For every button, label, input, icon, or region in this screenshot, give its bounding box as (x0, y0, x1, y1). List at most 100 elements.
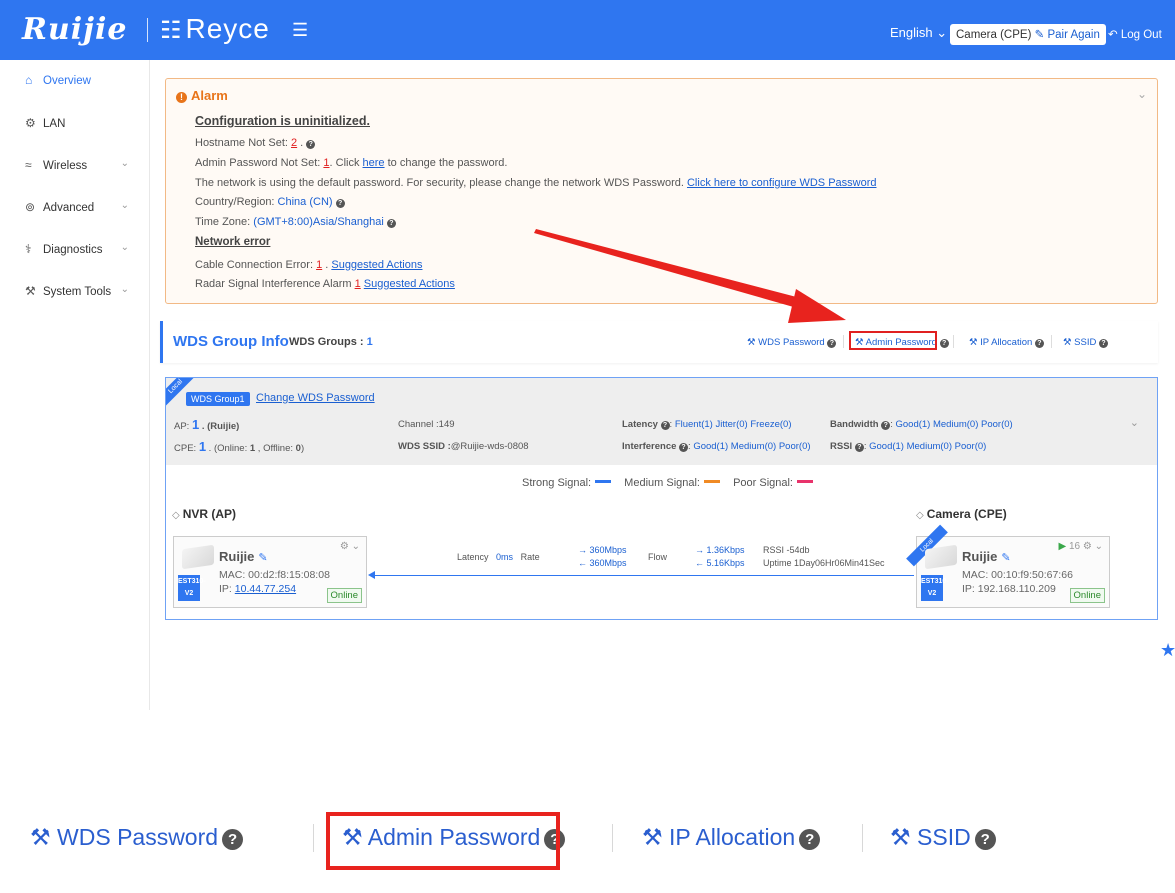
radar-suggested-actions-link[interactable]: Suggested Actions (364, 278, 455, 290)
camera-device-card[interactable]: Local EST310-V2 Ruijie ✎ MAC: 00:10:f9:50… (906, 524, 1110, 608)
edit-icon[interactable]: ✎ (1001, 552, 1010, 564)
change-wds-password-link[interactable]: Change WDS Password (256, 392, 375, 404)
device-ip: IP: 10.44.77.254 (219, 583, 297, 595)
ip-allocation-button[interactable]: ⚒ IP Allocation ? (969, 337, 1044, 348)
help-icon[interactable]: ? (939, 339, 949, 348)
tools-icon: ⚒ (890, 824, 911, 850)
cable-error-alarm: Cable Connection Error: 1 . Suggested Ac… (195, 259, 423, 271)
rssi-stats: RSSI ?: Good(1) Medium(0) Poor(0) (830, 441, 987, 452)
edit-icon[interactable]: ✎ (258, 552, 267, 564)
chevron-down-icon[interactable]: ⌄ (1137, 87, 1147, 101)
sidebar-item-diagnostics[interactable]: ⚕ Diagnostics ⌄ (25, 242, 143, 256)
zoom-ip-allocation-button[interactable]: ⚒ IP Allocation? (642, 824, 821, 851)
status-badge: Online (1069, 588, 1105, 603)
help-icon[interactable]: ? (335, 199, 345, 208)
timezone-value: (GMT+8:00)Asia/Shanghai (253, 216, 384, 228)
help-icon[interactable]: ? (827, 339, 837, 348)
help-icon[interactable]: ? (679, 443, 689, 452)
logout-button[interactable]: ↶ Log Out (1108, 27, 1162, 41)
home-icon: ⌂ (25, 73, 33, 87)
divider (313, 824, 314, 852)
chevron-down-icon: ⌄ (120, 200, 129, 211)
link-uptime: Uptime 1Day06Hr06Min41Sec (763, 558, 885, 568)
country-value: China (CN) (277, 196, 333, 208)
group-summary: Local WDS Group1 Change WDS Password AP:… (166, 378, 1157, 465)
help-float-icon[interactable]: ★ (1160, 640, 1175, 674)
help-icon[interactable]: ? (799, 829, 821, 850)
wds-group-tag: WDS Group1 (186, 392, 250, 406)
cable-count[interactable]: 1 (316, 259, 322, 271)
help-icon[interactable]: ? (222, 829, 244, 850)
cable-suggested-actions-link[interactable]: Suggested Actions (331, 259, 422, 271)
chevron-down-icon: ⌄ (120, 158, 129, 169)
radar-count[interactable]: 1 (355, 278, 361, 290)
sidebar-item-lan[interactable]: ⚙ LAN (25, 116, 143, 130)
gear-icon: ⚙ (25, 116, 36, 130)
camera-title: ◇ Camera (CPE) (916, 507, 1007, 521)
admin-password-highlight (849, 331, 937, 350)
alarm-title: ! Alarm (176, 88, 228, 103)
alert-icon: ! (176, 92, 187, 103)
configure-wds-password-link[interactable]: Click here to configure WDS Password (687, 177, 877, 189)
help-icon[interactable]: ? (660, 421, 670, 430)
help-icon[interactable]: ? (1099, 339, 1108, 348)
cpe-count: CPE: 1 . (Online: 1 , Offline: 0) (174, 439, 305, 454)
tools-icon: ⚒ (747, 337, 756, 348)
device-ip: IP: 192.168.110.209 (962, 583, 1056, 595)
pair-again-link[interactable]: ✎ Pair Again (1035, 29, 1100, 41)
signal-gear-icon[interactable]: ▶ 16 ⚙ ⌄ (1058, 541, 1103, 552)
network-error-heading: Network error (195, 236, 271, 248)
sidebar-item-wireless[interactable]: ≈ Wireless ⌄ (25, 158, 143, 172)
tools-icon: ⚒ (1063, 337, 1072, 348)
nvr-device-card[interactable]: EST310-V2 Ruijie ✎ MAC: 00:d2:f8:15:08:08… (173, 536, 367, 608)
divider (843, 335, 844, 348)
help-icon[interactable]: ? (974, 829, 996, 850)
menu-toggle-icon[interactable]: ☰ (292, 20, 308, 41)
stethoscope-icon: ⚕ (25, 242, 32, 256)
signal-legend: Strong Signal: Medium Signal: Poor Signa… (522, 477, 823, 489)
sidebar-item-system-tools[interactable]: ⚒ System Tools ⌄ (25, 284, 143, 298)
hostname-alarm: Hostname Not Set: 2 . ? (195, 137, 316, 149)
wds-title: WDS Group Info (173, 333, 289, 350)
ssid-button[interactable]: ⚒ SSID ? (1063, 337, 1108, 348)
divider (612, 824, 613, 852)
zoom-ssid-button[interactable]: ⚒ SSID? (890, 824, 996, 851)
tools-icon: ⚒ (969, 337, 978, 348)
device-mac: MAC: 00:d2:f8:15:08:08 (219, 569, 330, 581)
top-header: Ruijie ☷ Reyce ☰ English ⌄ Camera (CPE) ✎… (0, 0, 1175, 60)
rate-up: → 360Mbps (578, 545, 627, 555)
default-password-alarm: The network is using the default passwor… (195, 177, 877, 189)
status-badge: Online (326, 588, 362, 603)
device-model-badge: EST310-V2 (178, 575, 206, 601)
sidebar-item-overview[interactable]: ⌂ Overview (25, 73, 143, 87)
divider (862, 824, 863, 852)
zoom-wds-password-button[interactable]: ⚒ WDS Password? (30, 824, 244, 851)
flow-up: → 1.36Kbps (695, 545, 745, 555)
hostname-count[interactable]: 2 (291, 137, 297, 149)
device-mac: MAC: 00:10:f9:50:67:66 (962, 569, 1073, 581)
signal-count: 16 (1068, 541, 1081, 552)
link-rssi: RSSI -54db (763, 545, 810, 555)
device-image (182, 544, 214, 570)
device-image (925, 544, 957, 570)
sidebar: ⌂ Overview ⚙ LAN ≈ Wireless ⌄ ⊚ Advanced ⌄ ⚕… (0, 60, 150, 710)
wds-password-button[interactable]: ⚒ WDS Password ? (747, 337, 837, 348)
device-ip-link[interactable]: 10.44.77.254 (235, 583, 296, 595)
gear-icon[interactable]: ⚙ ⌄ (340, 541, 360, 552)
chevron-down-icon[interactable]: ⌄ (1130, 416, 1139, 429)
help-icon[interactable]: ? (1034, 339, 1044, 348)
divider (1051, 335, 1052, 348)
sidebar-item-advanced[interactable]: ⊚ Advanced ⌄ (25, 200, 143, 214)
help-icon[interactable]: ? (854, 443, 864, 452)
help-icon[interactable]: ? (386, 219, 396, 228)
help-icon[interactable]: ? (881, 421, 891, 430)
config-heading: Configuration is uninitialized. (195, 114, 370, 128)
link-latency: Latency 0ms Rate (457, 552, 540, 562)
interference-stats: Interference ?: Good(1) Medium(0) Poor(0… (622, 441, 811, 452)
change-password-link[interactable]: here (363, 157, 385, 169)
timezone-alarm: Time Zone: (GMT+8:00)Asia/Shanghai ? (195, 216, 396, 228)
alarm-panel: ! Alarm ⌄ Configuration is uninitialized.… (165, 78, 1158, 304)
language-select[interactable]: English ⌄ (890, 25, 947, 41)
chevron-down-icon: ⌄ (120, 242, 129, 253)
help-icon[interactable]: ? (306, 140, 316, 149)
